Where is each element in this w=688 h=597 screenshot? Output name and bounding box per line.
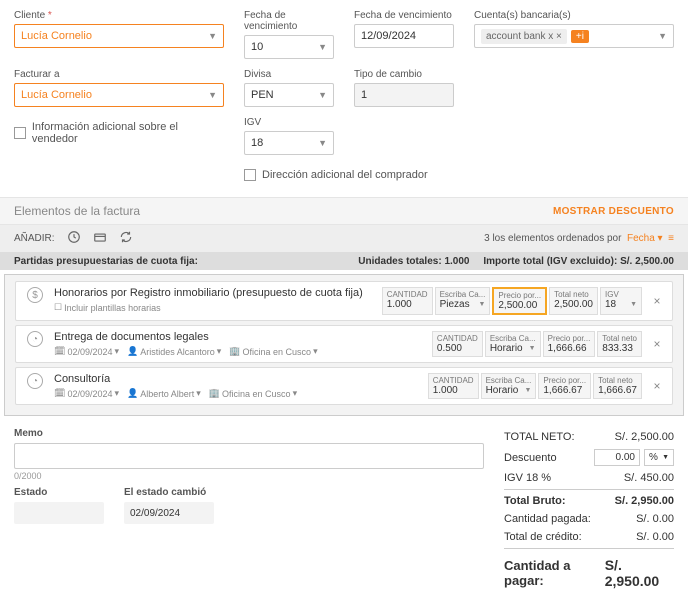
credit-value: S/. 0.00: [636, 531, 674, 543]
due-date-label: Fecha de vencimiento: [354, 10, 454, 21]
accounts-select[interactable]: account bank x × +i ▼: [474, 24, 674, 48]
remove-line-button[interactable]: ×: [648, 373, 666, 399]
total-net-value: S/. 2,500.00: [615, 431, 674, 443]
line-person: 👤 Aristides Alcantoro ▾: [127, 346, 221, 357]
state-changed-value: 02/09/2024: [124, 502, 214, 524]
igv-tot-value: S/. 450.00: [624, 472, 674, 484]
line-item[interactable]: ◔ Entrega de documentos legales 🗓 02/09/…: [15, 325, 673, 363]
billto-select[interactable]: Lucía Cornelio ▼: [14, 83, 224, 107]
billto-value: Lucía Cornelio: [21, 89, 92, 101]
line-title: Entrega de documentos legales: [54, 331, 426, 343]
gross-value: S/. 2,950.00: [615, 495, 674, 507]
price-field-highlighted[interactable]: Precio por...2,500.00: [492, 287, 547, 315]
discount-label: Descuento: [504, 452, 557, 464]
line-person: 👤 Alberto Albert ▾: [127, 388, 201, 399]
paid-value: S/. 0.00: [636, 513, 674, 525]
due-date-input[interactable]: 12/09/2024: [354, 24, 454, 48]
chevron-down-icon: ▼: [208, 90, 217, 100]
show-discount-button[interactable]: MOSTRAR DESCUENTO: [553, 206, 674, 217]
rate-value: 1: [361, 89, 367, 101]
client-label: Cliente: [14, 10, 224, 21]
totals-panel: TOTAL NETO: S/. 2,500.00 Descuento 0.00 %…: [504, 428, 674, 589]
paid-label: Cantidad pagada:: [504, 513, 591, 525]
budget-totals: Unidades totales: 1.000 Importe total (I…: [358, 256, 674, 267]
seller-info-label: Información adicional sobre el vendedor: [32, 121, 224, 145]
due-day-label: Fecha de vencimiento: [244, 10, 334, 32]
chevron-down-icon: ▼: [318, 42, 327, 52]
gross-label: Total Bruto:: [504, 495, 566, 507]
account-chip: account bank x ×: [481, 29, 567, 44]
due-day-value: 10: [251, 41, 263, 53]
currency-label: Divisa: [244, 69, 334, 80]
line-office: 🏢 Oficina en Cusco ▾: [229, 346, 317, 357]
add-label: AÑADIR:: [14, 233, 55, 244]
igv-value: 18: [251, 137, 263, 149]
igv-tot-label: IGV 18 %: [504, 472, 551, 484]
line-date: 🗓 02/09/2024 ▾: [54, 346, 119, 357]
line-title: Consultoría: [54, 373, 422, 385]
account-extra-badge: +i: [571, 30, 589, 43]
amount-due-label: Cantidad a pagar:: [504, 558, 605, 588]
state-label: Estado: [14, 487, 104, 498]
amount-due-value: S/. 2,950.00: [605, 557, 674, 589]
clock-icon: ◔: [27, 331, 43, 347]
line-date: 🗓 02/09/2024 ▾: [54, 388, 119, 399]
sort-order-icon[interactable]: ≡: [668, 233, 674, 244]
billto-label: Facturar a: [14, 69, 224, 80]
total-net-label: TOTAL NETO:: [504, 431, 575, 443]
line-title: Honorarios por Registro inmobiliario (pr…: [54, 287, 376, 299]
igv-select[interactable]: 18 ▼: [244, 131, 334, 155]
dollar-icon: $: [27, 287, 43, 303]
memo-count: 0/2000: [14, 471, 484, 481]
buyer-addr-checkbox[interactable]: [244, 169, 256, 181]
chevron-down-icon: ▼: [318, 90, 327, 100]
client-select[interactable]: Lucía Cornelio ▼: [14, 24, 224, 48]
memo-label: Memo: [14, 428, 484, 439]
add-time-icon[interactable]: [67, 230, 81, 247]
line-items-container: $ Honorarios por Registro inmobiliario (…: [4, 274, 684, 416]
line-office: 🏢 Oficina en Cusco ▾: [209, 388, 297, 399]
currency-value: PEN: [251, 89, 274, 101]
chevron-down-icon: ▼: [658, 31, 667, 41]
remove-line-button[interactable]: ×: [648, 287, 666, 315]
memo-input[interactable]: [14, 443, 484, 469]
currency-select[interactable]: PEN ▼: [244, 83, 334, 107]
add-refresh-icon[interactable]: [119, 230, 133, 247]
add-card-icon[interactable]: [93, 230, 107, 247]
remove-line-button[interactable]: ×: [648, 331, 666, 357]
state-changed-label: El estado cambió: [124, 487, 214, 498]
chevron-down-icon: ▼: [318, 138, 327, 148]
rate-label: Tipo de cambio: [354, 69, 454, 80]
state-input[interactable]: [14, 502, 104, 524]
line-item[interactable]: $ Honorarios por Registro inmobiliario (…: [15, 281, 673, 321]
sort-text: 3 los elementos ordenados por Fecha ▾ ≡: [484, 233, 674, 244]
discount-input[interactable]: 0.00: [594, 449, 640, 466]
igv-label: IGV: [244, 117, 334, 128]
buyer-addr-label: Dirección adicional del comprador: [262, 169, 428, 181]
include-templates-checkbox[interactable]: ☐ Incluir plantillas horarias: [54, 302, 161, 313]
line-item[interactable]: ◔ Consultoría 🗓 02/09/2024 ▾ 👤 Alberto A…: [15, 367, 673, 405]
accounts-label: Cuenta(s) bancaria(s): [474, 10, 674, 21]
discount-unit-select[interactable]: %▼: [644, 449, 674, 466]
rate-input: 1: [354, 83, 454, 107]
due-day-select[interactable]: 10 ▼: [244, 35, 334, 59]
credit-label: Total de crédito:: [504, 531, 582, 543]
chevron-down-icon: ▼: [208, 31, 217, 41]
section-title: Elementos de la factura: [14, 204, 140, 218]
due-date-value: 12/09/2024: [361, 30, 416, 42]
seller-info-checkbox[interactable]: [14, 127, 26, 139]
client-value: Lucía Cornelio: [21, 30, 92, 42]
sort-field-link[interactable]: Fecha ▾: [627, 233, 663, 244]
clock-icon: ◔: [27, 373, 43, 389]
budget-title: Partidas presupuestarias de cuota fija:: [14, 256, 198, 267]
